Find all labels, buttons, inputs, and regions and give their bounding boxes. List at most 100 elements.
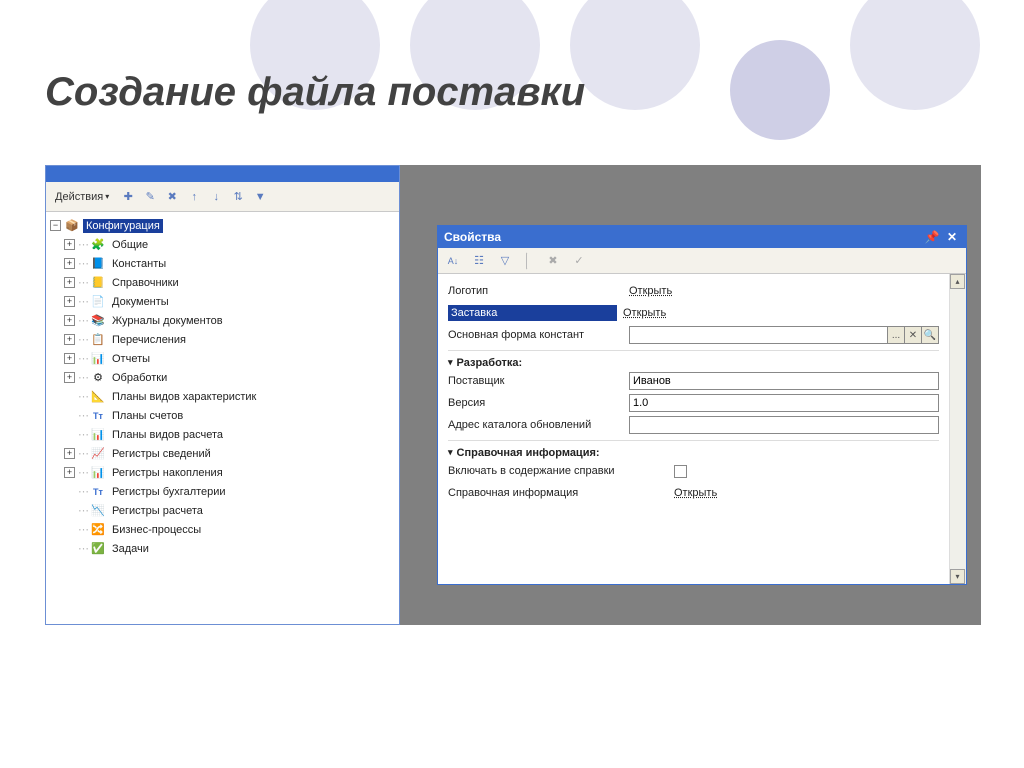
tree-item-label: Планы видов характеристик: [109, 390, 259, 404]
prop-label: Справочная информация: [448, 487, 668, 499]
tree-root-label: Конфигурация: [83, 219, 163, 233]
properties-window: Свойства 📌 ✕ A↓ ☷ ▽ ✖ ✓ Логотип Открыть: [437, 225, 967, 585]
tree-item[interactable]: +⋯📒Справочники: [50, 273, 395, 292]
scroll-up-icon[interactable]: ▴: [950, 274, 965, 289]
expand-icon[interactable]: +: [64, 239, 75, 250]
section-helpinfo[interactable]: ▾ Справочная информация:: [448, 440, 939, 460]
prop-row-update-url[interactable]: Адрес каталога обновлений: [448, 414, 939, 436]
config-toolbar: Действия ▾ ✚ ✎ ✖ ↑ ↓ ⇅ ▼: [46, 182, 399, 212]
tree-item[interactable]: +⋯📄Документы: [50, 292, 395, 311]
expand-icon[interactable]: +: [64, 448, 75, 459]
prop-row-mainform[interactable]: Основная форма констант ... ✕ 🔍: [448, 324, 939, 346]
prop-label: Поставщик: [448, 375, 623, 387]
tree-item[interactable]: ⋯📊Планы видов расчета: [50, 425, 395, 444]
tree-item[interactable]: ⋯📉Регистры расчета: [50, 501, 395, 520]
prop-row-version[interactable]: Версия: [448, 392, 939, 414]
version-input[interactable]: [629, 394, 939, 412]
tree-item[interactable]: +⋯📚Журналы документов: [50, 311, 395, 330]
tree-item[interactable]: ⋯🔀Бизнес-процессы: [50, 520, 395, 539]
tree-item[interactable]: ⋯✅Задачи: [50, 539, 395, 558]
expand-icon[interactable]: +: [64, 467, 75, 478]
pin-icon[interactable]: 📌: [924, 230, 940, 244]
tree-item-label: Документы: [109, 295, 172, 309]
tree-root[interactable]: − 📦 Конфигурация: [50, 216, 395, 235]
categorize-icon[interactable]: ☷: [470, 252, 488, 270]
tree-item-label: Регистры расчета: [109, 504, 206, 518]
mainform-input[interactable]: [629, 326, 888, 344]
clear-button[interactable]: ✕: [904, 326, 922, 344]
lookup-button[interactable]: 🔍: [921, 326, 939, 344]
edit-icon[interactable]: ✎: [142, 189, 158, 205]
movedown-icon[interactable]: ↓: [208, 189, 224, 205]
decor-circle: [730, 40, 830, 140]
close-icon[interactable]: ✕: [944, 230, 960, 244]
expand-icon[interactable]: +: [64, 277, 75, 288]
prop-row-splash[interactable]: Заставка Открыть: [448, 302, 939, 324]
update-url-input[interactable]: [629, 416, 939, 434]
add-icon[interactable]: ✚: [120, 189, 136, 205]
config-tree[interactable]: − 📦 Конфигурация +⋯🧩Общие +⋯📘Константы +…: [46, 212, 399, 624]
tree-item[interactable]: ⋯ТтРегистры бухгалтерии: [50, 482, 395, 501]
prop-label: Версия: [448, 397, 623, 409]
expand-icon[interactable]: +: [64, 296, 75, 307]
tree-item[interactable]: +⋯📋Перечисления: [50, 330, 395, 349]
slide-title: Создание файла поставки: [45, 70, 585, 115]
decor-circle: [570, 0, 700, 110]
prop-row-logo[interactable]: Логотип Открыть: [448, 280, 939, 302]
expand-icon[interactable]: +: [64, 334, 75, 345]
tree-item[interactable]: +⋯📊Регистры накопления: [50, 463, 395, 482]
prop-label: Основная форма констант: [448, 329, 623, 341]
expand-icon[interactable]: +: [64, 372, 75, 383]
tree-item-label: Обработки: [109, 371, 170, 385]
include-help-checkbox[interactable]: [674, 465, 687, 478]
tree-item-label: Перечисления: [109, 333, 189, 347]
open-link[interactable]: Открыть: [629, 285, 672, 297]
collapse-icon[interactable]: −: [50, 220, 61, 231]
tree-item[interactable]: +⋯🧩Общие: [50, 235, 395, 254]
vendor-input[interactable]: [629, 372, 939, 390]
tree-item-label: Регистры накопления: [109, 466, 226, 480]
expand-icon[interactable]: +: [64, 258, 75, 269]
decor-circle: [850, 0, 980, 110]
prop-label: Заставка: [448, 305, 617, 321]
config-icon: 📦: [64, 218, 80, 233]
dropdown-icon: ▾: [105, 192, 109, 201]
open-link[interactable]: Открыть: [623, 307, 666, 319]
tree-item-label: Регистры сведений: [109, 447, 214, 461]
apply-icon[interactable]: ✓: [570, 252, 588, 270]
scroll-down-icon[interactable]: ▾: [950, 569, 965, 584]
filter-icon[interactable]: ▽: [496, 252, 514, 270]
tree-item[interactable]: +⋯📊Отчеты: [50, 349, 395, 368]
expand-icon[interactable]: +: [64, 315, 75, 326]
tree-item[interactable]: +⋯📘Константы: [50, 254, 395, 273]
expand-icon[interactable]: +: [64, 353, 75, 364]
open-link[interactable]: Открыть: [674, 487, 717, 499]
ellipsis-button[interactable]: ...: [887, 326, 905, 344]
sort-az-icon[interactable]: A↓: [444, 252, 462, 270]
moveup-icon[interactable]: ↑: [186, 189, 202, 205]
tree-item-label: Отчеты: [109, 352, 153, 366]
tree-item[interactable]: +⋯📈Регистры сведений: [50, 444, 395, 463]
actions-menu[interactable]: Действия ▾: [50, 189, 114, 205]
scrollbar[interactable]: ▴ ▾: [949, 274, 966, 584]
prop-row-vendor[interactable]: Поставщик: [448, 370, 939, 392]
prop-row-helpinfo[interactable]: Справочная информация Открыть: [448, 482, 939, 504]
tree-item-label: Общие: [109, 238, 151, 252]
tree-item[interactable]: +⋯⚙Обработки: [50, 368, 395, 387]
filter-icon[interactable]: ▼: [252, 189, 268, 205]
properties-title: Свойства: [444, 230, 920, 244]
properties-grid: Логотип Открыть Заставка Открыть Основна…: [438, 274, 949, 584]
tree-item-label: Задачи: [109, 542, 152, 556]
properties-titlebar[interactable]: Свойства 📌 ✕: [438, 226, 966, 248]
tree-item[interactable]: ⋯ТтПланы счетов: [50, 406, 395, 425]
sort-icon[interactable]: ⇅: [230, 189, 246, 205]
section-development[interactable]: ▾ Разработка:: [448, 350, 939, 370]
tree-item[interactable]: ⋯📐Планы видов характеристик: [50, 387, 395, 406]
collapse-icon: ▾: [448, 357, 453, 368]
properties-toolbar: A↓ ☷ ▽ ✖ ✓: [438, 248, 966, 274]
tree-item-label: Планы видов расчета: [109, 428, 226, 442]
cancel-icon[interactable]: ✖: [544, 252, 562, 270]
delete-icon[interactable]: ✖: [164, 189, 180, 205]
section-label: Справочная информация:: [457, 447, 600, 459]
prop-row-include-help[interactable]: Включать в содержание справки: [448, 460, 939, 482]
